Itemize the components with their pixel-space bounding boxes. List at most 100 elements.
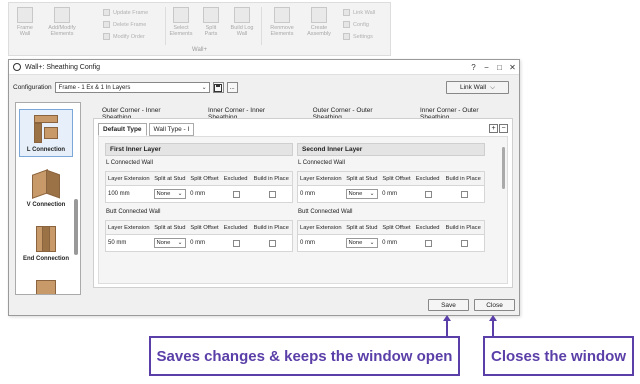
maximize-button[interactable]: □	[493, 63, 506, 72]
close-window-button[interactable]: ✕	[506, 63, 519, 72]
build-in-place-checkbox[interactable]	[268, 239, 276, 247]
link-wall-label: Link Wall	[459, 84, 487, 91]
build-log-wall-icon	[234, 7, 250, 23]
column-header: Split Offset	[190, 224, 219, 231]
split-at-stud-select[interactable]: None ⌄	[345, 238, 378, 248]
layer-panel-first: First Inner Layer L Connected Wall Layer…	[105, 143, 293, 252]
column-header: Split at Stud	[346, 224, 378, 231]
split-at-stud-select[interactable]: None ⌄	[153, 189, 186, 199]
split-offset-field[interactable]: 0 mm	[188, 191, 221, 197]
connection-thumbnail	[30, 276, 62, 294]
section-label: L Connected Wall	[106, 160, 153, 166]
column-header: Excluded	[223, 224, 248, 231]
column-header: Layer Extension	[299, 224, 342, 231]
column-header: Build in Place	[445, 175, 481, 182]
add-modify-icon	[54, 7, 70, 23]
create-assembly-icon	[311, 7, 327, 23]
remove-tab-button[interactable]: −	[499, 124, 508, 133]
settings-table: Layer Extension Split at Stud Split Offs…	[297, 171, 485, 203]
annotation-arrow-save	[446, 320, 448, 336]
link-wall-button[interactable]: Link Wall ⌵	[446, 81, 509, 94]
split-offset-field[interactable]: 0 mm	[188, 240, 221, 246]
remove-elements-button[interactable]: Renmove Elements	[267, 7, 297, 37]
layer-extension-field[interactable]: 0 mm	[298, 240, 344, 246]
split-at-stud-select[interactable]: None ⌄	[153, 238, 186, 248]
connection-item-v[interactable]: V Connection	[19, 165, 73, 211]
build-in-place-checkbox[interactable]	[460, 190, 468, 198]
column-header: Split Offset	[382, 224, 411, 231]
split-offset-field[interactable]: 0 mm	[380, 191, 413, 197]
close-button[interactable]: Close	[474, 299, 515, 311]
link-icon	[343, 9, 350, 16]
add-tab-button[interactable]: +	[489, 124, 498, 133]
save-button[interactable]: Save	[428, 299, 469, 311]
split-value: None	[156, 240, 171, 246]
create-assembly-button[interactable]: Create Assembly	[305, 7, 333, 37]
column-header: Excluded	[223, 175, 248, 182]
column-header: Layer Extension	[107, 224, 150, 231]
tab-wall-type[interactable]: Wall Type - I	[148, 123, 195, 136]
connection-item-partial[interactable]	[19, 273, 73, 294]
column-header: Build in Place	[253, 224, 289, 231]
column-header: Excluded	[415, 224, 440, 231]
column-header: Build in Place	[445, 224, 481, 231]
split-value: None	[348, 240, 363, 246]
help-button[interactable]: ?	[467, 63, 480, 72]
layer-title: First Inner Layer	[105, 143, 293, 156]
more-options-button[interactable]: ...	[226, 82, 238, 93]
list-scrollbar[interactable]	[74, 199, 78, 255]
table-header: Layer Extension Split at Stud Split Offs…	[106, 221, 292, 235]
split-parts-button[interactable]: Split Parts	[201, 7, 221, 37]
settings-ribbon-button[interactable]: Settings	[343, 33, 373, 40]
excluded-checkbox[interactable]	[233, 239, 241, 247]
layer-extension-field[interactable]: 100 mm	[106, 191, 152, 197]
frame-wall-button[interactable]: Frame Wall	[13, 7, 37, 37]
update-icon	[103, 9, 110, 16]
settings-icon	[343, 33, 350, 40]
tab-default-type[interactable]: Default Type	[98, 123, 147, 136]
delete-frame-button[interactable]: Delete Frame	[103, 21, 146, 28]
save-config-button[interactable]	[212, 82, 224, 93]
excluded-checkbox[interactable]	[233, 190, 241, 198]
sheathing-config-window: Wall+: Sheathing Config ? − □ ✕ Configur…	[8, 59, 520, 316]
build-in-place-checkbox[interactable]	[460, 239, 468, 247]
build-log-wall-button[interactable]: Build Log Wall	[229, 7, 255, 37]
split-at-stud-select[interactable]: None ⌄	[345, 189, 378, 199]
config-ribbon-button[interactable]: Config	[343, 21, 369, 28]
minimize-button[interactable]: −	[480, 63, 493, 72]
title-bar: Wall+: Sheathing Config ? − □ ✕	[9, 60, 519, 75]
connection-item-end[interactable]: End Connection	[19, 219, 73, 265]
layer-extension-field[interactable]: 50 mm	[106, 240, 152, 246]
column-header: Excluded	[415, 175, 440, 182]
connection-label: L Connection	[26, 147, 66, 153]
connection-label: End Connection	[23, 256, 69, 262]
settings-table: Layer Extension Split at Stud Split Offs…	[105, 220, 293, 252]
split-value: None	[348, 191, 363, 197]
split-parts-icon	[203, 7, 219, 23]
link-wall-ribbon-button[interactable]: Link Wall	[343, 9, 375, 16]
layer-grid: First Inner Layer L Connected Wall Layer…	[98, 136, 508, 284]
ribbon-divider	[261, 7, 262, 45]
chevron-down-icon: ⌄	[177, 240, 183, 246]
modify-order-button[interactable]: Modify Order	[103, 33, 145, 40]
configuration-dropdown[interactable]: Frame - 1 Ex & 1 In Layers ⌄	[54, 82, 210, 93]
connection-item-l[interactable]: L Connection	[19, 109, 73, 157]
remove-elements-icon	[274, 7, 290, 23]
build-in-place-checkbox[interactable]	[268, 190, 276, 198]
excluded-checkbox[interactable]	[425, 190, 433, 198]
layer-extension-field[interactable]: 0 mm	[298, 191, 344, 197]
floppy-disk-icon	[214, 83, 223, 92]
column-header: Split Offset	[190, 175, 219, 182]
excluded-checkbox[interactable]	[425, 239, 433, 247]
grid-scrollbar[interactable]	[502, 147, 505, 189]
frame-wall-icon	[17, 7, 33, 23]
configuration-value: Frame - 1 Ex & 1 In Layers	[58, 84, 131, 91]
l-connection-thumbnail	[30, 113, 62, 145]
split-offset-field[interactable]: 0 mm	[380, 240, 413, 246]
update-frame-button[interactable]: Update Frame	[103, 9, 148, 16]
annotation-arrow-close	[492, 320, 494, 336]
close-annotation: Closes the window	[483, 336, 634, 376]
add-modify-elements-button[interactable]: Add/Modify Elements	[45, 7, 79, 37]
table-row: 0 mm None ⌄ 0 mm	[298, 186, 484, 202]
select-elements-button[interactable]: Select Elements	[169, 7, 193, 37]
